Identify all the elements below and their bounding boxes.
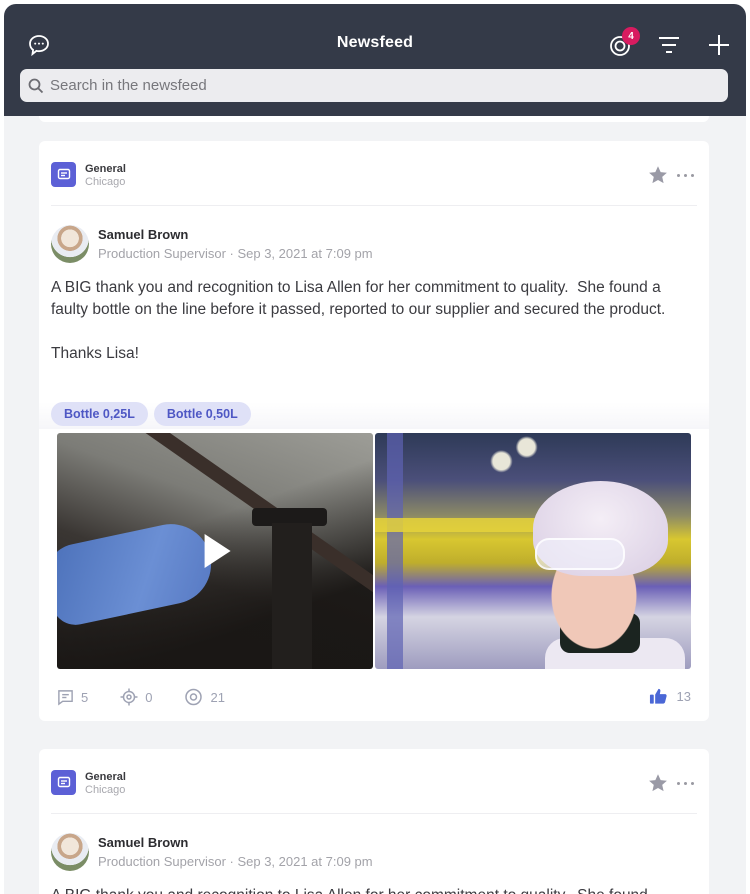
views-count: 21	[210, 689, 225, 705]
dot-icon	[676, 173, 680, 177]
post-category: General Chicago	[51, 769, 697, 799]
divider	[51, 813, 697, 814]
post-card: General Chicago Samuel Brown Production …	[39, 141, 709, 721]
photo-scene-goggles	[535, 538, 625, 570]
eye-icon	[185, 688, 203, 706]
more-options-button[interactable]	[673, 165, 697, 185]
post-card: General Chicago Samuel Brown Production …	[39, 749, 709, 894]
video-thumbnail[interactable]	[57, 433, 373, 669]
category-name: General	[85, 771, 126, 783]
header-bar: Newsfeed 4	[4, 4, 746, 116]
post-author: Samuel Brown Production Supervisor · Sep…	[51, 225, 697, 265]
comment-icon	[58, 689, 73, 706]
star-icon	[649, 166, 667, 184]
filter-button[interactable]	[654, 30, 684, 60]
search-bar	[20, 69, 728, 102]
photo-scene-pillar	[387, 433, 403, 669]
likes-count: 13	[676, 688, 691, 704]
post-body: A BIG thank you and recognition to Lisa …	[51, 279, 666, 362]
target-icon	[120, 688, 138, 706]
more-options-button[interactable]	[673, 773, 697, 793]
post-category: General Chicago	[51, 161, 697, 191]
author-meta: Production Supervisor · Sep 3, 2021 at 7…	[98, 854, 373, 869]
star-icon	[649, 774, 667, 792]
dot-icon	[690, 173, 694, 177]
search-input[interactable]	[50, 77, 690, 94]
video-scene-post	[272, 523, 312, 669]
favorite-button[interactable]	[647, 164, 669, 186]
add-post-button[interactable]	[704, 30, 734, 60]
avatar[interactable]	[51, 833, 89, 871]
views-stat[interactable]: 21	[184, 688, 225, 706]
dot-icon	[690, 781, 694, 785]
post-body: A BIG thank you and recognition to Lisa …	[51, 885, 701, 894]
notification-badge: 4	[622, 27, 640, 45]
avatar[interactable]	[51, 225, 89, 263]
mentions-count: 0	[145, 689, 153, 705]
category-icon	[51, 770, 76, 795]
favorite-button[interactable]	[647, 772, 669, 794]
divider	[51, 205, 697, 206]
dot-icon	[683, 781, 687, 785]
tag[interactable]: Bottle 0,25L	[51, 402, 148, 426]
plus-icon	[709, 35, 729, 55]
category-icon	[51, 162, 76, 187]
app-frame: Newsfeed 4 Search in the newsfeed Genera…	[4, 4, 746, 894]
media-gallery	[57, 433, 691, 669]
dot-icon	[683, 173, 687, 177]
tag[interactable]: Bottle 0,50L	[153, 402, 251, 426]
previous-post-card-edge	[39, 116, 709, 122]
post-stats: 5 0 21 13	[57, 687, 691, 707]
mentions-stat[interactable]: 0	[120, 688, 152, 706]
search-icon	[28, 78, 44, 93]
comments-stat[interactable]: 5	[57, 689, 88, 706]
filter-icon	[659, 37, 679, 53]
video-scene-glove	[57, 516, 219, 630]
category-location: Chicago	[85, 176, 126, 188]
author-name[interactable]: Samuel Brown	[98, 227, 188, 242]
dot-icon	[676, 781, 680, 785]
like-button[interactable]: 13	[649, 687, 691, 705]
category-name: General	[85, 163, 126, 175]
message-square-icon	[57, 168, 70, 179]
thumbs-up-icon	[649, 688, 667, 704]
author-name[interactable]: Samuel Brown	[98, 835, 188, 850]
photo-thumbnail[interactable]	[375, 433, 691, 669]
tag-list: Bottle 0,25L Bottle 0,50L	[51, 402, 251, 426]
author-meta: Production Supervisor · Sep 3, 2021 at 7…	[98, 246, 373, 261]
category-location: Chicago	[85, 784, 126, 796]
post-author: Samuel Brown Production Supervisor · Sep…	[51, 833, 697, 873]
comments-count: 5	[81, 689, 89, 705]
play-icon[interactable]	[204, 534, 231, 568]
message-square-icon	[57, 776, 70, 787]
